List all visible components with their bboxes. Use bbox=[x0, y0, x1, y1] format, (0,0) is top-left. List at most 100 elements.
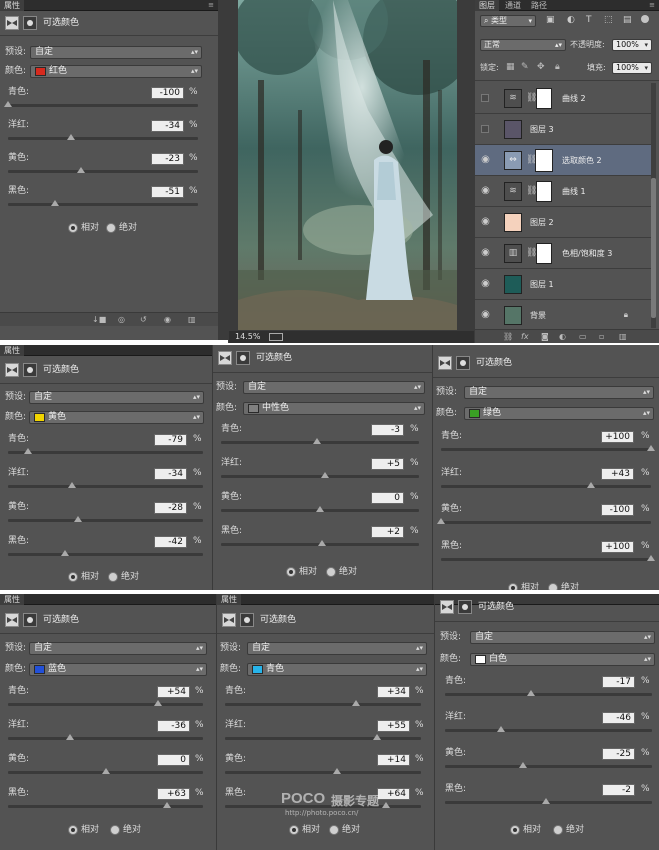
cyan-slider-thumb[interactable] bbox=[154, 700, 163, 706]
tab-paths[interactable]: 路径 bbox=[531, 0, 547, 11]
cyan-slider-thumb[interactable] bbox=[647, 445, 655, 451]
layer-mask-thumbnail[interactable] bbox=[536, 243, 552, 264]
yellow-slider-thumb[interactable] bbox=[437, 518, 445, 524]
absolute-radio[interactable] bbox=[326, 567, 336, 577]
layer-row-curves-2[interactable]: ≋ ⛓ 曲线 2 bbox=[475, 83, 656, 114]
layers-scrollbar[interactable] bbox=[651, 83, 656, 328]
magenta-slider-thumb[interactable] bbox=[66, 134, 75, 140]
scroll-thumb[interactable] bbox=[651, 178, 656, 318]
preset-dropdown[interactable]: 自定 ▴▾ bbox=[247, 642, 427, 655]
new-adjustment-icon[interactable]: ◐ bbox=[559, 332, 566, 342]
link-layers-icon[interactable]: ⛓ bbox=[503, 332, 513, 342]
magenta-slider-thumb[interactable] bbox=[66, 734, 75, 740]
lock-paint-icon[interactable]: ✎ bbox=[521, 62, 529, 72]
relative-radio[interactable] bbox=[289, 825, 299, 835]
mask-icon[interactable] bbox=[23, 613, 37, 627]
filter-smart-object-icon[interactable]: ▤ bbox=[623, 15, 632, 25]
yellow-slider-track[interactable] bbox=[8, 167, 198, 173]
black-slider-thumb[interactable] bbox=[60, 550, 69, 556]
layer-row-layer-1[interactable]: ◉ 图层 1 bbox=[475, 269, 656, 300]
yellow-slider-track[interactable] bbox=[8, 516, 203, 522]
tab-layers[interactable]: 图层 bbox=[475, 0, 499, 11]
filter-shape-icon[interactable]: ⬚ bbox=[604, 15, 613, 25]
cyan-slider-thumb[interactable] bbox=[24, 448, 33, 454]
tab-properties[interactable]: 属性 bbox=[217, 594, 241, 605]
layer-row-layer-2[interactable]: ◉ 图层 2 bbox=[475, 207, 656, 238]
doc-info-icon[interactable] bbox=[269, 333, 283, 341]
mask-icon[interactable] bbox=[458, 600, 472, 614]
black-value-input[interactable]: +100 bbox=[601, 541, 634, 553]
new-layer-icon[interactable]: ▫ bbox=[599, 332, 604, 342]
yellow-slider-track[interactable] bbox=[437, 518, 651, 524]
absolute-radio[interactable] bbox=[108, 572, 118, 582]
black-slider-track[interactable] bbox=[445, 798, 652, 804]
magenta-slider-thumb[interactable] bbox=[68, 482, 77, 488]
black-slider-thumb[interactable] bbox=[50, 200, 59, 206]
cyan-slider-thumb[interactable] bbox=[352, 700, 361, 706]
magenta-value-input[interactable]: -34 bbox=[151, 120, 184, 132]
magenta-slider-thumb[interactable] bbox=[587, 482, 596, 488]
layer-row-selective-color-2[interactable]: ◉ ⇔ ⛓ 选取颜色 2 bbox=[475, 145, 656, 176]
black-slider-track[interactable] bbox=[8, 550, 203, 556]
mask-icon[interactable] bbox=[236, 351, 250, 365]
document-canvas[interactable] bbox=[238, 0, 457, 330]
yellow-value-input[interactable]: -28 bbox=[154, 502, 187, 514]
layer-mask-thumbnail[interactable] bbox=[535, 149, 553, 172]
visibility-icon[interactable]: ◉ bbox=[164, 315, 171, 325]
black-value-input[interactable]: -42 bbox=[154, 536, 187, 548]
preset-dropdown[interactable]: 自定 ▴▾ bbox=[243, 381, 425, 394]
cyan-slider-thumb[interactable] bbox=[313, 438, 322, 444]
zoom-level[interactable]: 14.5% bbox=[235, 331, 260, 343]
black-slider-track[interactable] bbox=[221, 540, 419, 546]
absolute-radio[interactable] bbox=[548, 583, 558, 590]
add-mask-icon[interactable]: ◙ bbox=[541, 332, 549, 342]
black-value-input[interactable]: -51 bbox=[151, 186, 184, 198]
panel-menu-icon[interactable]: ≡ bbox=[208, 0, 214, 11]
magenta-slider-track[interactable] bbox=[441, 482, 651, 488]
opacity-input[interactable]: 100% ▾ bbox=[612, 39, 652, 51]
magenta-value-input[interactable]: +5 bbox=[371, 458, 404, 470]
magenta-slider-track[interactable] bbox=[221, 472, 419, 478]
cyan-slider-track[interactable] bbox=[221, 438, 419, 444]
black-slider-track[interactable] bbox=[441, 555, 655, 561]
absolute-radio[interactable] bbox=[553, 825, 563, 835]
lock-move-icon[interactable]: ✥ bbox=[537, 62, 545, 72]
cyan-value-input[interactable]: +100 bbox=[601, 431, 634, 443]
cyan-slider-thumb[interactable] bbox=[526, 690, 535, 696]
absolute-radio[interactable] bbox=[106, 223, 116, 233]
cyan-slider-track[interactable] bbox=[445, 690, 652, 696]
blend-mode-dropdown[interactable]: 正常 ▴▾ bbox=[480, 39, 566, 51]
yellow-value-input[interactable]: -23 bbox=[151, 153, 184, 165]
cyan-value-input[interactable]: -100 bbox=[151, 87, 184, 99]
preset-dropdown[interactable]: 自定 ▴▾ bbox=[30, 46, 202, 59]
magenta-slider-track[interactable] bbox=[445, 726, 652, 732]
cyan-slider-track[interactable] bbox=[8, 700, 203, 706]
relative-radio[interactable] bbox=[68, 825, 78, 835]
relative-radio[interactable] bbox=[510, 825, 520, 835]
lock-all-icon[interactable]: 🔒︎ bbox=[555, 62, 560, 72]
layer-row-curves-1[interactable]: ◉ ≋ ⛓ 曲线 1 bbox=[475, 176, 656, 207]
layer-mask-thumbnail[interactable] bbox=[536, 88, 552, 109]
lock-transparent-icon[interactable]: ▦ bbox=[506, 62, 515, 72]
magenta-value-input[interactable]: -46 bbox=[602, 712, 635, 724]
relative-radio[interactable] bbox=[508, 583, 518, 590]
eye-icon[interactable]: ◉ bbox=[480, 309, 491, 320]
black-slider-thumb[interactable] bbox=[542, 798, 551, 804]
cyan-slider-track[interactable] bbox=[225, 700, 421, 706]
filter-type-icon[interactable]: T bbox=[586, 15, 592, 25]
yellow-value-input[interactable]: 0 bbox=[157, 754, 190, 766]
magenta-slider-thumb[interactable] bbox=[372, 734, 381, 740]
cyan-slider-thumb[interactable] bbox=[4, 101, 12, 107]
view-previous-icon[interactable]: ◎ bbox=[118, 315, 125, 325]
magenta-slider-track[interactable] bbox=[225, 734, 421, 740]
yellow-slider-track[interactable] bbox=[8, 768, 203, 774]
colors-dropdown[interactable]: 红色 ▴▾ bbox=[30, 65, 202, 78]
eye-icon[interactable]: ◉ bbox=[480, 185, 491, 196]
cyan-slider-track[interactable] bbox=[4, 101, 198, 107]
panel-menu-icon[interactable]: ≡ bbox=[649, 0, 655, 11]
magenta-value-input[interactable]: +43 bbox=[601, 468, 634, 480]
filter-pixel-icon[interactable]: ▣ bbox=[546, 15, 555, 25]
eye-icon[interactable]: ◉ bbox=[480, 247, 491, 258]
eye-icon[interactable]: ◉ bbox=[480, 278, 491, 289]
black-value-input[interactable]: +63 bbox=[157, 788, 190, 800]
